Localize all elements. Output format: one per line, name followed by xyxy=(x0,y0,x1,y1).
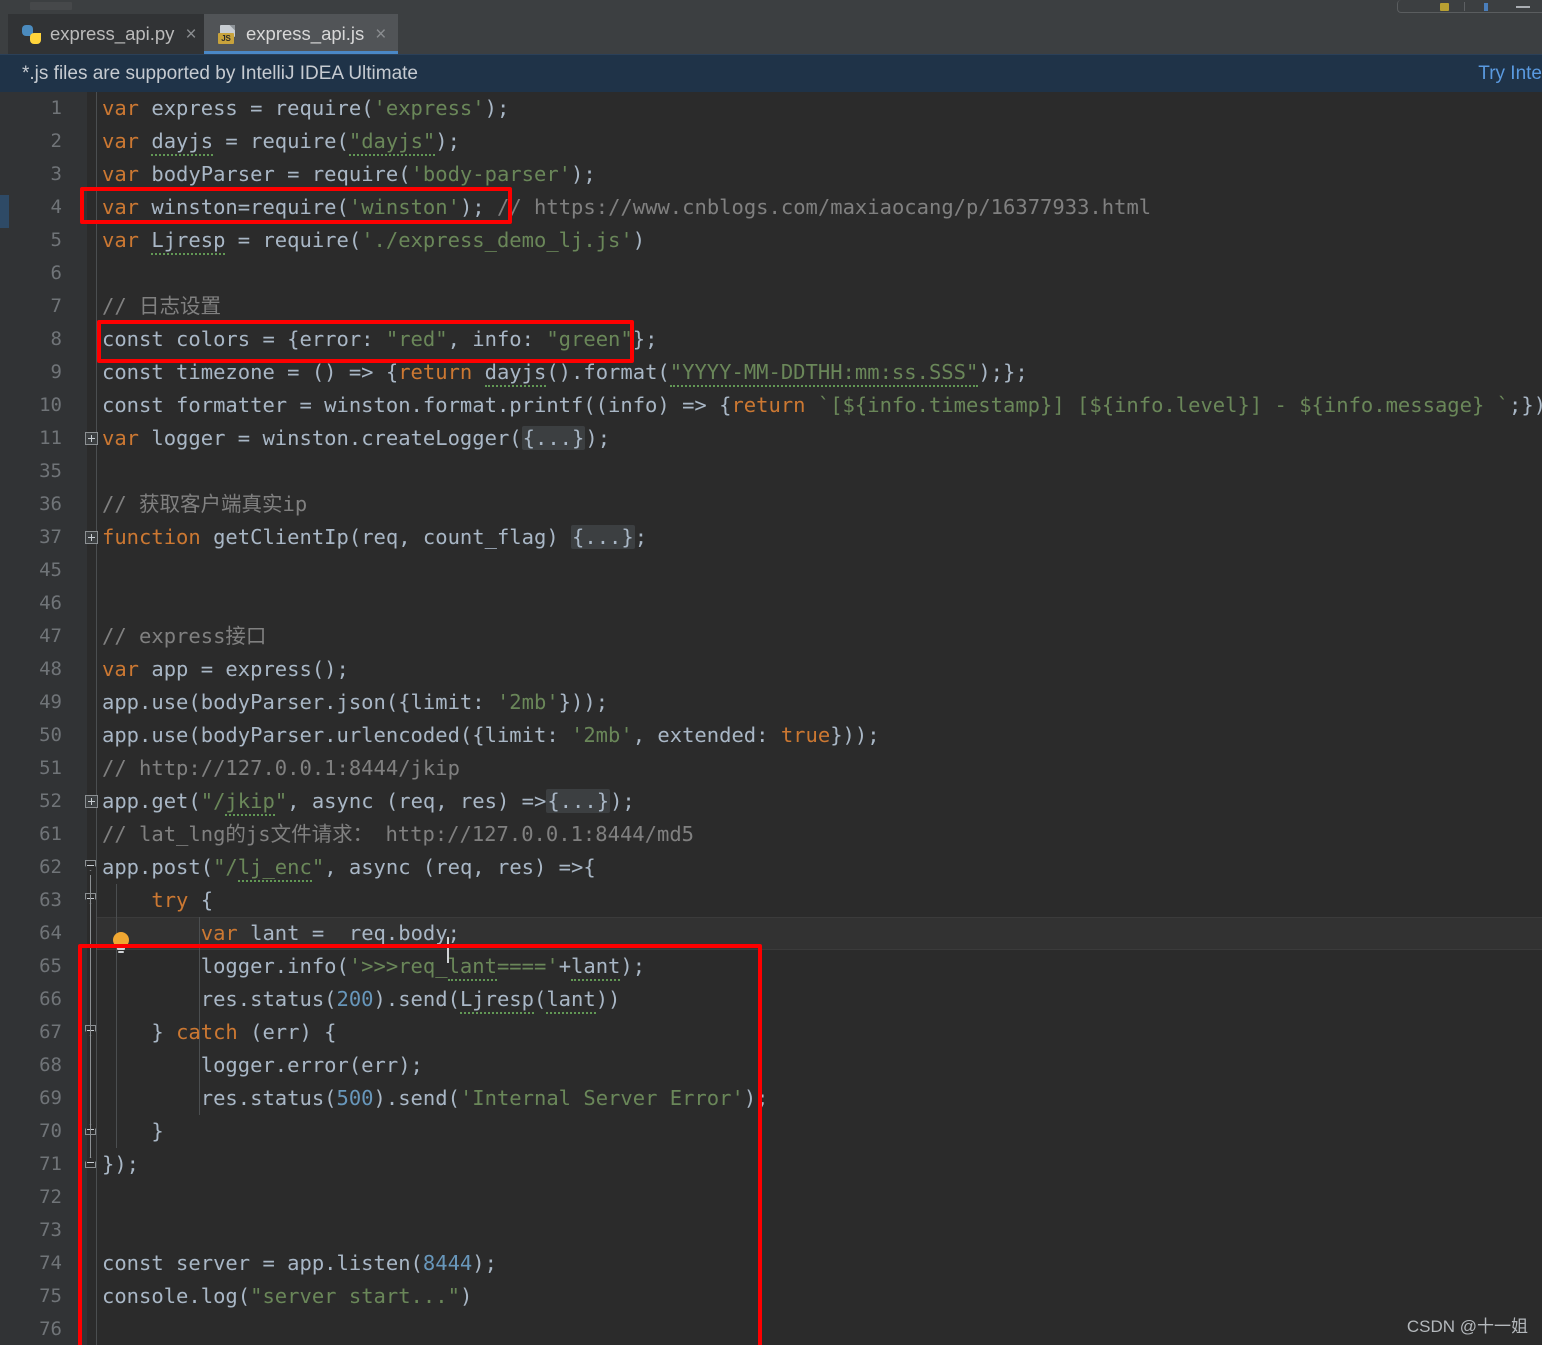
line-number: 37 xyxy=(39,526,62,548)
code-line-75: console.log("server start...") xyxy=(102,1284,473,1308)
code-line-7: // 日志设置 xyxy=(102,294,222,318)
line-number: 50 xyxy=(39,724,62,746)
line-number: 68 xyxy=(39,1054,62,1076)
code-line-11: var logger = winston.createLogger({...})… xyxy=(102,426,611,450)
line-number: 63 xyxy=(39,889,62,911)
run-toolbar-group[interactable] xyxy=(1397,0,1542,13)
code-line-47: // express接口 xyxy=(102,624,267,648)
notification-message: *.js files are supported by IntelliJ IDE… xyxy=(22,62,419,84)
code-line-65: logger.info('>>>req_lant===='+lant); xyxy=(102,950,645,983)
toolbar-left-ghost xyxy=(30,2,72,10)
line-number: 8 xyxy=(50,328,62,350)
line-number: 49 xyxy=(39,691,62,713)
code-line-62: app.post("/lj_enc", async (req, res) =>{ xyxy=(102,851,596,884)
code-line-8: const colors = {error: "red", info: "gre… xyxy=(102,327,658,351)
try-ultimate-link[interactable]: Try Inte xyxy=(1478,63,1542,85)
line-number: 52 xyxy=(39,790,62,812)
line-number: 76 xyxy=(39,1318,62,1340)
js-badge-label: JS xyxy=(218,32,234,44)
python-file-icon xyxy=(22,24,41,44)
tab-express-api-js[interactable]: JS express_api.js × xyxy=(204,14,398,54)
code-line-71: }); xyxy=(102,1152,140,1176)
code-line-9: const timezone = () => {return dayjs().f… xyxy=(102,356,1028,389)
code-line-51: // http://127.0.0.1:8444/jkip xyxy=(102,756,460,780)
line-number: 2 xyxy=(50,130,62,152)
code-line-68: logger.error(err); xyxy=(102,1053,423,1077)
code-line-4: var winston=require('winston'); // https… xyxy=(102,191,1151,224)
line-number: 4 xyxy=(50,196,62,218)
line-number: 46 xyxy=(39,592,62,614)
line-number: 11 xyxy=(39,427,62,449)
code-line-37: function getClientIp(req, count_flag) {.… xyxy=(102,525,648,549)
fold-marker-line-71[interactable] xyxy=(84,1148,98,1181)
code-line-50: app.use(bodyParser.urlencoded({limit: '2… xyxy=(102,723,880,747)
line-number: 1 xyxy=(50,97,62,119)
line-number: 62 xyxy=(39,856,62,878)
code-text-area[interactable]: var express = require('express'); var da… xyxy=(97,92,1542,1345)
code-line-61: // lat_lng的js文件请求： http://127.0.0.1:8444… xyxy=(102,822,694,846)
editor-tab-bar: express_api.py × JS express_api.js × xyxy=(0,14,1542,54)
code-line-64: var lant = req.body; xyxy=(102,917,460,950)
code-line-10: const formatter = winston.format.printf(… xyxy=(102,393,1542,417)
code-line-63: try { xyxy=(151,888,214,912)
toolbar-separator xyxy=(1464,2,1465,11)
notification-banner: *.js files are supported by IntelliJ IDE… xyxy=(0,54,1542,92)
code-line-69: res.status(500).send('Internal Server Er… xyxy=(102,1086,769,1110)
fold-marker-line-62[interactable] xyxy=(84,851,98,884)
line-number: 64 xyxy=(39,922,62,944)
line-number: 3 xyxy=(50,163,62,185)
line-number: 6 xyxy=(50,262,62,284)
javascript-file-icon: JS xyxy=(218,24,237,44)
line-number: 10 xyxy=(39,394,62,416)
fold-marker-line-70[interactable] xyxy=(84,1115,98,1148)
text-caret xyxy=(447,937,449,963)
line-number: 36 xyxy=(39,493,62,515)
line-number: 75 xyxy=(39,1285,62,1307)
minimize-icon[interactable] xyxy=(1516,6,1530,8)
line-number: 5 xyxy=(50,229,62,251)
code-line-36: // 获取客户端真实ip xyxy=(102,492,308,516)
line-number: 9 xyxy=(50,361,62,383)
line-number: 51 xyxy=(39,757,62,779)
toolbar-strip xyxy=(0,0,1542,14)
tab-label: express_api.py xyxy=(50,23,175,44)
line-number: 74 xyxy=(39,1252,62,1274)
fold-marker-line-67[interactable] xyxy=(84,1016,98,1049)
code-line-67: } catch (err) { xyxy=(102,1020,337,1044)
line-number: 65 xyxy=(39,955,62,977)
line-number: 67 xyxy=(39,1021,62,1043)
line-number: 71 xyxy=(39,1153,62,1175)
code-line-5: var Ljresp = require('./express_demo_lj.… xyxy=(102,224,645,257)
code-line-66: res.status(200).send(Ljresp(lant)) xyxy=(102,983,620,1016)
line-number: 73 xyxy=(39,1219,62,1241)
line-number: 47 xyxy=(39,625,62,647)
line-number: 66 xyxy=(39,988,62,1010)
line-number: 72 xyxy=(39,1186,62,1208)
watermark: CSDN @十一姐 xyxy=(1406,1317,1528,1336)
run-configuration-icon[interactable] xyxy=(1440,3,1449,11)
code-line-1: var express = require('express'); xyxy=(102,96,510,120)
close-icon[interactable]: × xyxy=(185,25,196,44)
line-number: 45 xyxy=(39,559,62,581)
code-editor[interactable]: 1 2 3 4 5 6 7 8 9 10 11 35 36 37 45 46 47 48 49 50 51 52 61 62 6… xyxy=(0,92,1542,1345)
code-line-70: } xyxy=(102,1119,164,1143)
line-number: 69 xyxy=(39,1087,62,1109)
fold-marker-line-63[interactable] xyxy=(84,884,98,917)
debug-icon[interactable] xyxy=(1484,3,1488,11)
line-number: 70 xyxy=(39,1120,62,1142)
code-line-74: const server = app.listen(8444); xyxy=(102,1251,497,1275)
close-icon[interactable]: × xyxy=(375,25,386,44)
line-number: 48 xyxy=(39,658,62,680)
code-line-52: app.get("/jkip", async (req, res) =>{...… xyxy=(102,785,635,818)
code-line-3: var bodyParser = require('body-parser'); xyxy=(102,162,596,186)
line-number: 7 xyxy=(50,295,62,317)
tab-label: express_api.js xyxy=(246,23,365,44)
tab-express-api-py[interactable]: express_api.py × xyxy=(8,14,204,54)
line-number: 35 xyxy=(39,460,62,482)
line-number: 61 xyxy=(39,823,62,845)
code-line-2: var dayjs = require("dayjs"); xyxy=(102,125,460,158)
fold-region-line xyxy=(90,908,91,1026)
code-line-48: var app = express(); xyxy=(102,657,349,681)
code-line-49: app.use(bodyParser.json({limit: '2mb'}))… xyxy=(102,690,609,714)
